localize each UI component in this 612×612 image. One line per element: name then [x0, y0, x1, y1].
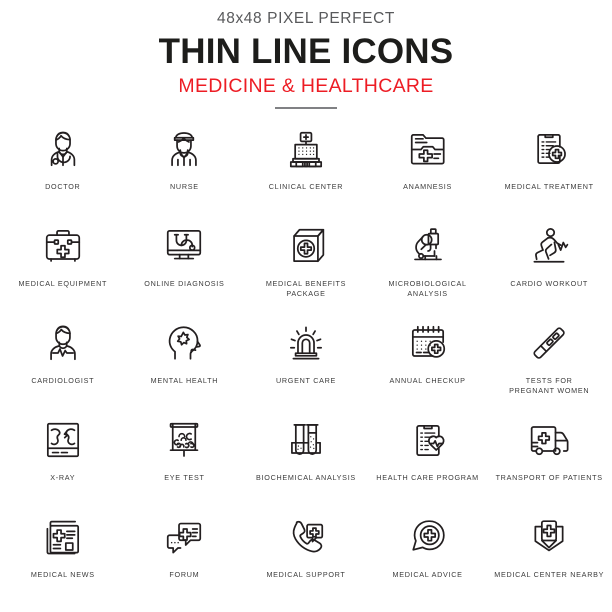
icon-label: MEDICAL EQUIPMENT: [18, 279, 108, 288]
icon-label: TESTS FOR PREGNANT WOMEN: [509, 376, 590, 395]
icon-label: MEDICAL BENEFITS PACKAGE: [265, 279, 347, 298]
icon-cell-biochemical-analysis[interactable]: BIOCHEMICAL ANALYSIS: [245, 411, 367, 508]
icon-label: NURSE: [170, 182, 199, 191]
first-aid-kit-icon: [34, 217, 92, 275]
icon-grid: DOCTOR NURSE CLINICAL CENTER ANAMNESIS M…: [0, 120, 612, 605]
icon-label: FORUM: [169, 570, 200, 579]
icon-label: CLINICAL CENTER: [268, 182, 344, 191]
header-kicker: 48x48 PIXEL PERFECT: [217, 10, 395, 27]
ambulance-icon: [520, 411, 578, 469]
medical-advice-bubble-icon: [399, 508, 457, 566]
cardiologist-icon: [34, 314, 92, 372]
icon-label: ONLINE DIAGNOSIS: [144, 279, 225, 288]
icon-label: MICROBIOLOGICAL ANALYSIS: [388, 279, 467, 298]
doctor-icon: [34, 120, 92, 178]
icon-cell-urgent-care[interactable]: URGENT CARE: [245, 314, 367, 411]
icon-label: ANAMNESIS: [403, 182, 452, 191]
health-care-program-icon: [399, 411, 457, 469]
icon-cell-cardio-workout[interactable]: CARDIO WORKOUT: [488, 217, 610, 314]
online-diagnosis-icon: [155, 217, 213, 275]
icon-label: MEDICAL ADVICE: [392, 570, 463, 579]
icon-cell-medical-center-nearby[interactable]: MEDICAL CENTER NEARBY: [488, 508, 610, 605]
icon-cell-x-ray[interactable]: X-RAY: [2, 411, 124, 508]
icon-cell-annual-checkup[interactable]: ANNUAL CHECKUP: [367, 314, 489, 411]
icon-label: URGENT CARE: [275, 376, 337, 385]
cardio-workout-icon: [520, 217, 578, 275]
header-subtitle: MEDICINE & HEALTHCARE: [178, 75, 434, 97]
medical-support-phone-icon: [277, 508, 335, 566]
icon-cell-health-care-program[interactable]: HEALTH CARE PROGRAM: [367, 411, 489, 508]
test-tubes-icon: [277, 411, 335, 469]
icon-cell-anamnesis[interactable]: ANAMNESIS: [367, 120, 489, 217]
anamnesis-folder-icon: [399, 120, 457, 178]
microscope-icon: [399, 217, 457, 275]
header-divider: [275, 107, 337, 109]
icon-cell-nurse[interactable]: NURSE: [124, 120, 246, 217]
icon-cell-medical-treatment[interactable]: MEDICAL TREATMENT: [488, 120, 610, 217]
icon-cell-doctor[interactable]: DOCTOR: [2, 120, 124, 217]
medical-treatment-icon: [520, 120, 578, 178]
icon-cell-mental-health[interactable]: MENTAL HEALTH: [124, 314, 246, 411]
icon-cell-cardiologist[interactable]: CARDIOLOGIST: [2, 314, 124, 411]
header: 48x48 PIXEL PERFECT THIN LINE ICONS MEDI…: [0, 0, 612, 109]
icon-cell-medical-support[interactable]: MEDICAL SUPPORT: [245, 508, 367, 605]
icon-cell-online-diagnosis[interactable]: ONLINE DIAGNOSIS: [124, 217, 246, 314]
icon-label: ANNUAL CHECKUP: [389, 376, 466, 385]
icon-label: MENTAL HEALTH: [150, 376, 219, 385]
icon-label: TRANSPORT OF PATIENTS: [495, 473, 603, 482]
icon-label: MEDICAL TREATMENT: [504, 182, 594, 191]
medical-news-icon: [34, 508, 92, 566]
icon-label: MEDICAL CENTER NEARBY: [494, 570, 605, 579]
icon-cell-forum[interactable]: FORUM: [124, 508, 246, 605]
icon-cell-medical-news[interactable]: MEDICAL NEWS: [2, 508, 124, 605]
nurse-icon: [155, 120, 213, 178]
eye-test-chart-icon: [155, 411, 213, 469]
medical-benefits-box-icon: [277, 217, 335, 275]
icon-cell-clinical-center[interactable]: CLINICAL CENTER: [245, 120, 367, 217]
icon-label: MEDICAL SUPPORT: [266, 570, 346, 579]
icon-cell-medical-advice[interactable]: MEDICAL ADVICE: [367, 508, 489, 605]
clinical-center-icon: [277, 120, 335, 178]
icon-label: CARDIO WORKOUT: [510, 279, 588, 288]
icon-label: MEDICAL NEWS: [30, 570, 95, 579]
header-divider-wrap: [0, 107, 612, 109]
icon-label: DOCTOR: [45, 182, 81, 191]
icon-label: BIOCHEMICAL ANALYSIS: [256, 473, 356, 482]
icon-cell-medical-benefits[interactable]: MEDICAL BENEFITS PACKAGE: [245, 217, 367, 314]
icon-label: HEALTH CARE PROGRAM: [376, 473, 479, 482]
icon-label: EYE TEST: [164, 473, 205, 482]
medical-center-pin-icon: [520, 508, 578, 566]
icon-cell-pregnancy-tests[interactable]: TESTS FOR PREGNANT WOMEN: [488, 314, 610, 411]
page-title: THIN LINE ICONS: [158, 32, 454, 71]
icon-cell-microbiological-analysis[interactable]: MICROBIOLOGICAL ANALYSIS: [367, 217, 489, 314]
annual-checkup-calendar-icon: [399, 314, 457, 372]
urgent-care-siren-icon: [277, 314, 335, 372]
icon-cell-medical-equipment[interactable]: MEDICAL EQUIPMENT: [2, 217, 124, 314]
icon-label: CARDIOLOGIST: [31, 376, 95, 385]
forum-chat-icon: [155, 508, 213, 566]
icon-cell-eye-test[interactable]: EYE TEST: [124, 411, 246, 508]
icon-label: X-RAY: [50, 473, 76, 482]
pregnancy-test-icon: [520, 314, 578, 372]
icon-set-page: 48x48 PIXEL PERFECT THIN LINE ICONS MEDI…: [0, 0, 612, 612]
icon-cell-transport-of-patients[interactable]: TRANSPORT OF PATIENTS: [488, 411, 610, 508]
mental-health-icon: [155, 314, 213, 372]
x-ray-icon: [34, 411, 92, 469]
